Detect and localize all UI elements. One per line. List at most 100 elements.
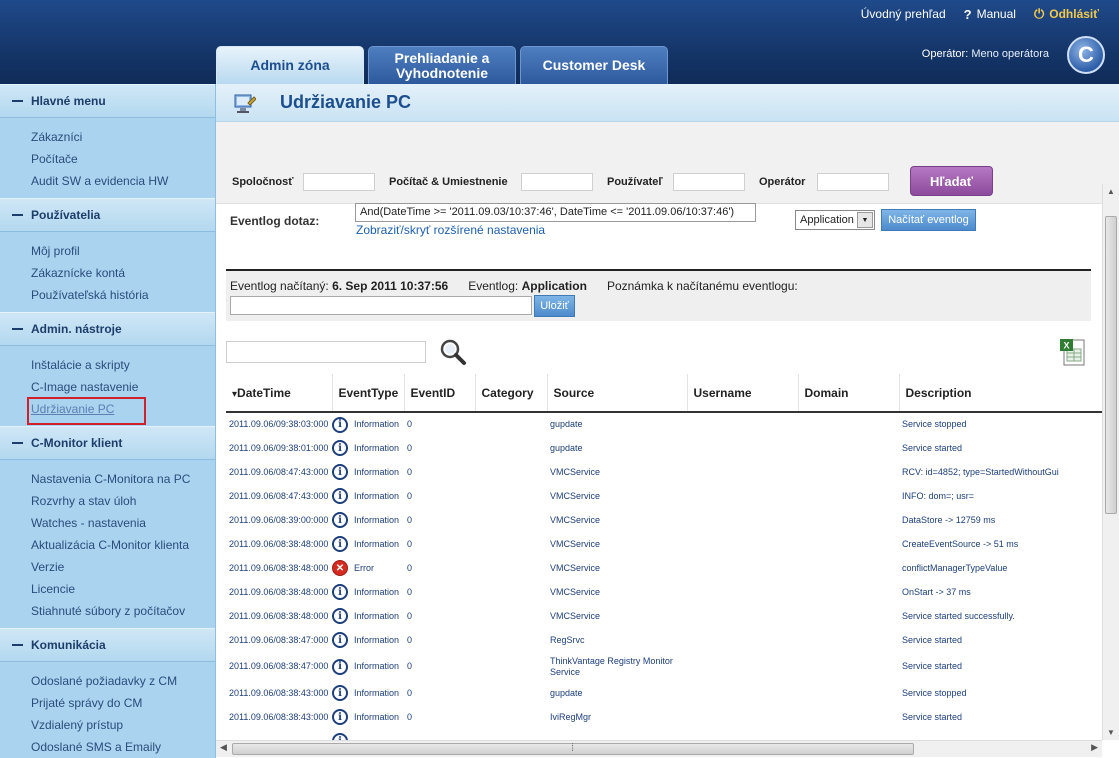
cell-id: 0 [407, 661, 413, 671]
column-header[interactable]: Description [899, 374, 1102, 413]
column-header[interactable]: Category [475, 374, 548, 413]
sidebar-item[interactable]: Počítače [31, 148, 215, 170]
sidebar-section-header[interactable]: Hlavné menu [0, 84, 215, 118]
column-header[interactable]: Domain [798, 374, 900, 413]
sidebar-item[interactable]: Odoslané SMS a Emaily [31, 736, 215, 758]
cell-datetime: 2011.09.06/08:39:00:000 [229, 514, 329, 525]
cell-domain [798, 604, 899, 628]
sidebar-item[interactable]: C-Image nastavenie [31, 376, 215, 398]
cell-category [475, 484, 547, 508]
sidebar-item[interactable]: Vzdialený prístup [31, 714, 215, 736]
table-row[interactable]: 2011.09.06/08:38:47:000 i Information 0 RegS… [226, 628, 1102, 652]
column-header-label: Description [905, 385, 972, 400]
overview-link[interactable]: Úvodný prehľad [861, 6, 946, 22]
cell-source: VMCService [550, 466, 601, 477]
cell-id: 0 [407, 610, 413, 621]
event-type-label: Information [354, 586, 400, 597]
column-header[interactable]: Username [687, 374, 799, 413]
excel-export-icon[interactable]: X [1058, 337, 1088, 367]
logout-link[interactable]: ⏻ Odhlásiť [1034, 6, 1099, 22]
save-note-button[interactable]: Uložiť [534, 295, 575, 317]
sidebar-section-header[interactable]: Komunikácia [0, 628, 215, 662]
cell-description: Service stopped [902, 419, 967, 429]
search-icon[interactable] [438, 338, 468, 366]
sidebar-item[interactable]: Zákaznícke kontá [31, 262, 215, 284]
eventlog-type-select[interactable]: Application ▼ [795, 210, 875, 230]
toggle-advanced-settings-link[interactable]: Zobraziť/skryť rozšírené nastavenia [356, 223, 545, 237]
horizontal-scroll-thumb[interactable] [232, 742, 914, 755]
horizontal-scrollbar[interactable]: ◀ ▶ [216, 740, 1102, 757]
grid-search-input[interactable] [226, 341, 426, 363]
table-row[interactable]: 2011.09.06/09:38:03:000 i Information 0 gupd… [226, 412, 1102, 436]
sidebar-item[interactable]: Watches - nastavenia [31, 512, 215, 534]
load-eventlog-button[interactable]: Načítať eventlog [881, 209, 976, 231]
table-row[interactable]: i [226, 729, 1102, 740]
sidebar-item[interactable]: Odoslané požiadavky z CM [31, 670, 215, 692]
table-row[interactable]: 2011.09.06/08:38:43:000 i Information 0 IviR… [226, 705, 1102, 729]
cell-id: 0 [407, 687, 413, 698]
cell-description: Service started successfully. [902, 610, 1015, 621]
cell-description: Service started [902, 711, 963, 722]
table-row[interactable]: 2011.09.06/08:38:48:000 ✕ Error 0 VMCService… [226, 556, 1102, 580]
sidebar-item[interactable]: Inštalácie a skripty [31, 354, 215, 376]
column-header-label: EventType [338, 385, 399, 400]
info-icon: i [332, 632, 348, 648]
tab-admin-zone[interactable]: Admin zóna [216, 46, 364, 84]
sidebar-item[interactable]: Udržiavanie PC [27, 397, 215, 425]
column-header[interactable]: Source [547, 374, 688, 413]
sidebar-item[interactable]: Verzie [31, 556, 215, 578]
vertical-scrollbar[interactable]: ▲ ▼ [1102, 184, 1119, 740]
cell-description [899, 729, 1102, 740]
sidebar-item[interactable]: Rozvrhy a stav úloh [31, 490, 215, 512]
cell-id: 0 [407, 634, 413, 645]
cell-description: Service started [902, 661, 963, 671]
sidebar-item[interactable]: Aktualizácia C-Monitor klienta [31, 534, 215, 556]
column-header[interactable]: ▾DateTime [226, 374, 333, 413]
vertical-scroll-thumb[interactable] [1105, 216, 1117, 514]
scroll-right-icon[interactable]: ▶ [1091, 742, 1098, 753]
sidebar-item[interactable]: Zákazníci [31, 126, 215, 148]
cell-id: 0 [407, 466, 413, 477]
scroll-left-icon[interactable]: ◀ [220, 742, 227, 753]
table-row[interactable]: 2011.09.06/08:38:48:000 i Information 0 VMCS… [226, 580, 1102, 604]
eventlog-note-input[interactable] [230, 296, 532, 315]
table-row[interactable]: 2011.09.06/08:38:48:000 i Information 0 VMCS… [226, 532, 1102, 556]
cell-username [687, 681, 798, 705]
sidebar-section-header[interactable]: Admin. nástroje [0, 312, 215, 346]
table-row[interactable]: 2011.09.06/09:38:01:000 i Information 0 gupd… [226, 436, 1102, 460]
cell-datetime: 2011.09.06/09:38:03:000 [229, 419, 329, 429]
column-header[interactable]: EventID [404, 374, 476, 413]
eventlog-table: ▾DateTime EventType EventID Category Source U… [226, 374, 1102, 740]
table-row[interactable]: 2011.09.06/08:38:43:000 i Information 0 gupd… [226, 681, 1102, 705]
sidebar-section-items: Môj profil Zákaznícke kontá Používateľská … [0, 232, 215, 312]
cell-domain [798, 705, 899, 729]
table-row[interactable]: 2011.09.06/08:47:43:000 i Information 0 VMCS… [226, 460, 1102, 484]
table-row[interactable]: 2011.09.06/08:38:47:000 i Information 0 Thin… [226, 652, 1102, 681]
sidebar-item[interactable]: Nastavenia C-Monitora na PC [31, 468, 215, 490]
column-header[interactable]: EventType [332, 374, 405, 413]
cell-datetime: 2011.09.06/08:47:43:000 [229, 490, 329, 501]
sidebar-item[interactable]: Licencie [31, 578, 215, 600]
table-row[interactable]: 2011.09.06/08:47:43:000 i Information 0 VMCS… [226, 484, 1102, 508]
sidebar-item[interactable]: Môj profil [31, 240, 215, 262]
scroll-up-icon[interactable]: ▲ [1107, 187, 1115, 196]
table-body: 2011.09.06/09:38:03:000 i Information 0 gupd… [226, 412, 1102, 740]
sidebar-item[interactable]: Audit SW a evidencia HW [31, 170, 215, 192]
table-row[interactable]: 2011.09.06/08:39:00:000 i Information 0 VMCS… [226, 508, 1102, 532]
sidebar-item[interactable]: Stiahnuté súbory z počítačov [31, 600, 215, 622]
cell-source: VMCService [550, 610, 601, 621]
sidebar-item[interactable]: Používateľská história [31, 284, 215, 306]
scroll-down-icon[interactable]: ▼ [1107, 728, 1115, 737]
tab-browsing-evaluation[interactable]: Prehliadanie a Vyhodnotenie [368, 46, 516, 84]
cell-description: CreateEventSource -> 51 ms [902, 538, 1019, 549]
tab-customer-desk[interactable]: Customer Desk [520, 46, 668, 84]
sidebar-section-header[interactable]: Používatelia [0, 198, 215, 232]
sidebar-section-header[interactable]: C-Monitor klient [0, 426, 215, 460]
column-header-label: EventID [410, 385, 456, 400]
collapse-icon [12, 644, 23, 646]
sidebar-section-items: Zákazníci Počítače Audit SW a evidencia HW [0, 118, 215, 198]
table-row[interactable]: 2011.09.06/08:38:48:000 i Information 0 VMCS… [226, 604, 1102, 628]
eventlog-query-input[interactable]: And(DateTime >= '2011.09.03/10:37:46', D… [355, 203, 756, 222]
manual-link[interactable]: ? Manual [964, 6, 1016, 22]
sidebar-item[interactable]: Prijaté správy do CM [31, 692, 215, 714]
